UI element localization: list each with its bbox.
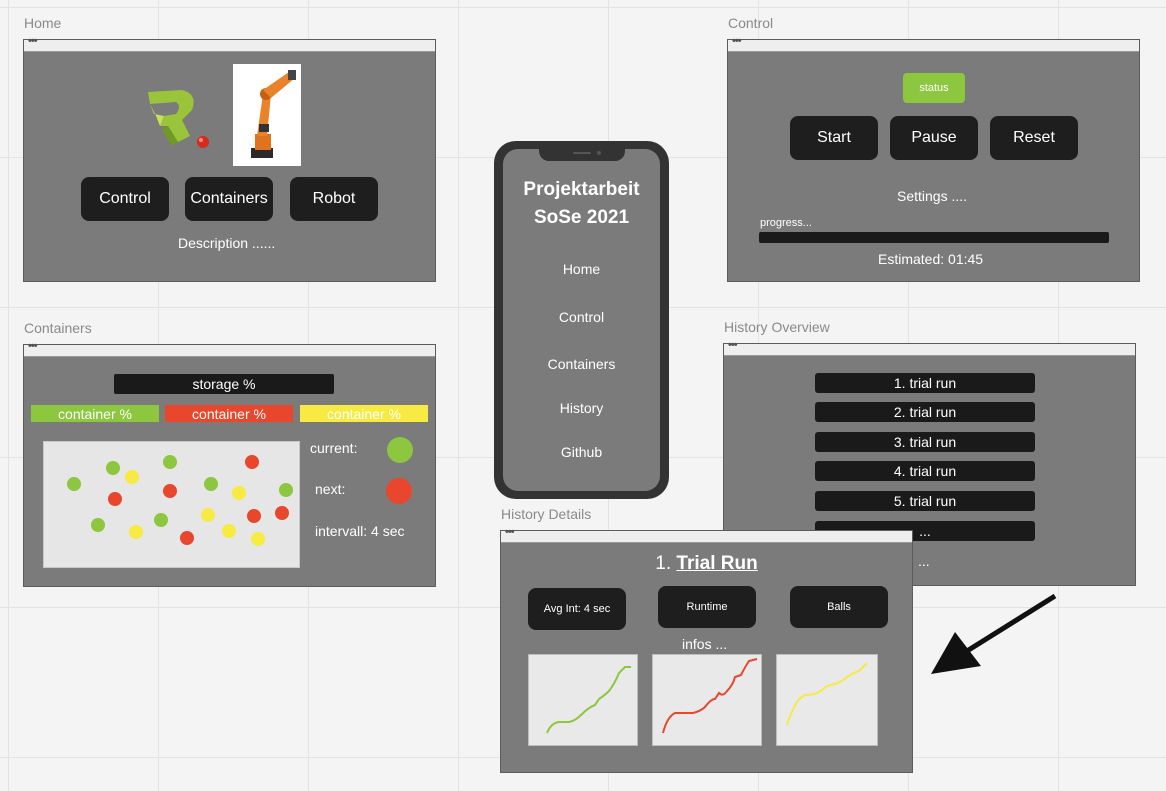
arrow-icon bbox=[931, 593, 1057, 674]
storage-bar: storage % bbox=[114, 374, 334, 394]
ball bbox=[67, 477, 81, 491]
phone-camera bbox=[597, 151, 601, 155]
estimated-time: Estimated: 01:45 bbox=[878, 251, 984, 267]
window-dots: ••• bbox=[732, 35, 742, 47]
yellow-trend-line bbox=[786, 662, 868, 726]
run-number: 1. bbox=[655, 553, 672, 574]
ball bbox=[106, 461, 120, 475]
avg-interval-button[interactable]: Avg Int: 4 sec bbox=[528, 588, 626, 630]
ball bbox=[275, 506, 289, 520]
ball bbox=[247, 509, 261, 523]
home-containers-button[interactable]: Containers bbox=[185, 177, 273, 221]
red-trend-chart bbox=[652, 654, 762, 746]
window-dots: ••• bbox=[505, 526, 515, 538]
phone-speaker bbox=[573, 152, 591, 154]
trial-run-item-5[interactable]: 5. trial run bbox=[815, 491, 1035, 511]
ball bbox=[222, 524, 236, 538]
ball bbox=[251, 532, 265, 546]
ball bbox=[204, 477, 218, 491]
reset-button[interactable]: Reset bbox=[990, 116, 1078, 160]
settings-label: Settings .... bbox=[897, 188, 968, 204]
home-frame-title: Home bbox=[24, 15, 62, 31]
ball bbox=[163, 455, 177, 469]
history-details-frame-title: History Details bbox=[501, 506, 592, 522]
window-dots: ••• bbox=[728, 339, 738, 351]
phone-screen: Projektarbeit SoSe 2021 Home Control Con… bbox=[503, 148, 660, 491]
progress-label: progress... bbox=[760, 217, 812, 229]
trial-run-item-3[interactable]: 3. trial run bbox=[815, 432, 1035, 452]
project-logo-icon bbox=[148, 90, 209, 148]
status-badge: status bbox=[903, 73, 965, 103]
phone-menu-containers[interactable]: Containers bbox=[503, 356, 660, 372]
current-color-indicator bbox=[387, 437, 413, 463]
home-control-button[interactable]: Control bbox=[81, 177, 169, 221]
containers-frame-title: Containers bbox=[24, 320, 92, 336]
history-details-window: ••• 1. Trial Run Avg Int: 4 sec Runtime … bbox=[500, 527, 913, 773]
window-titlebar: ••• bbox=[24, 341, 435, 357]
control-window: ••• status Start Pause Reset Settings ..… bbox=[727, 36, 1140, 282]
pause-button[interactable]: Pause bbox=[890, 116, 978, 160]
phone-menu-home[interactable]: Home bbox=[503, 261, 660, 277]
window-titlebar: ••• bbox=[728, 36, 1139, 52]
trial-run-item-1[interactable]: 1. trial run bbox=[815, 373, 1035, 393]
container-bar-green: container % bbox=[31, 405, 159, 422]
home-robot-button[interactable]: Robot bbox=[290, 177, 378, 221]
phone-title-line1: Projektarbeit bbox=[523, 179, 640, 200]
run-title-link[interactable]: Trial Run bbox=[676, 553, 757, 574]
history-overview-frame-title: History Overview bbox=[724, 319, 830, 335]
infos-label: infos ... bbox=[682, 636, 728, 652]
red-trend-line bbox=[662, 658, 758, 734]
ball bbox=[129, 525, 143, 539]
ball bbox=[91, 518, 105, 532]
next-label: next: bbox=[315, 481, 346, 497]
ball bbox=[125, 470, 139, 484]
home-window: ••• Control Containers Robot Description… bbox=[23, 36, 436, 282]
green-trend-line bbox=[546, 666, 631, 734]
start-button[interactable]: Start bbox=[790, 116, 878, 160]
trial-run-item-2[interactable]: 2. trial run bbox=[815, 402, 1035, 422]
next-color-indicator bbox=[386, 478, 412, 504]
runtime-button[interactable]: Runtime bbox=[658, 586, 756, 628]
phone-title-line2: SoSe 2021 bbox=[533, 207, 630, 228]
window-titlebar: ••• bbox=[24, 36, 435, 52]
yellow-trend-chart bbox=[776, 654, 878, 746]
ball bbox=[279, 483, 293, 497]
trial-run-item-4[interactable]: 4. trial run bbox=[815, 461, 1035, 481]
containers-window: ••• storage % container % container % co… bbox=[23, 341, 436, 587]
control-frame-title: Control bbox=[728, 15, 774, 31]
balls-area bbox=[43, 441, 300, 568]
progress-bar bbox=[759, 232, 1109, 243]
ball bbox=[154, 513, 168, 527]
robot-arm-image bbox=[233, 64, 301, 166]
container-bar-yellow: container % bbox=[300, 405, 428, 422]
ball bbox=[245, 455, 259, 469]
balls-button[interactable]: Balls bbox=[790, 586, 888, 628]
ball bbox=[201, 508, 215, 522]
window-titlebar: ••• bbox=[724, 340, 1135, 356]
phone-notch bbox=[539, 148, 625, 161]
phone-frame: Projektarbeit SoSe 2021 Home Control Con… bbox=[494, 141, 669, 499]
phone-menu-control[interactable]: Control bbox=[503, 309, 660, 325]
ball bbox=[163, 484, 177, 498]
interval-label: intervall: 4 sec bbox=[315, 523, 405, 539]
history-more-label: ... bbox=[918, 553, 930, 569]
green-trend-chart bbox=[528, 654, 638, 746]
ball bbox=[232, 486, 246, 500]
phone-menu-github[interactable]: Github bbox=[503, 444, 660, 460]
current-label: current: bbox=[310, 440, 358, 456]
container-bar-red: container % bbox=[165, 405, 293, 422]
window-titlebar: ••• bbox=[501, 527, 912, 543]
window-dots: ••• bbox=[28, 35, 38, 47]
run-detail-title: 1. Trial Run bbox=[501, 553, 912, 575]
ball bbox=[108, 492, 122, 506]
window-dots: ••• bbox=[28, 340, 38, 352]
home-description: Description ...... bbox=[178, 235, 276, 251]
ball bbox=[180, 531, 194, 545]
phone-menu-history[interactable]: History bbox=[503, 400, 660, 416]
